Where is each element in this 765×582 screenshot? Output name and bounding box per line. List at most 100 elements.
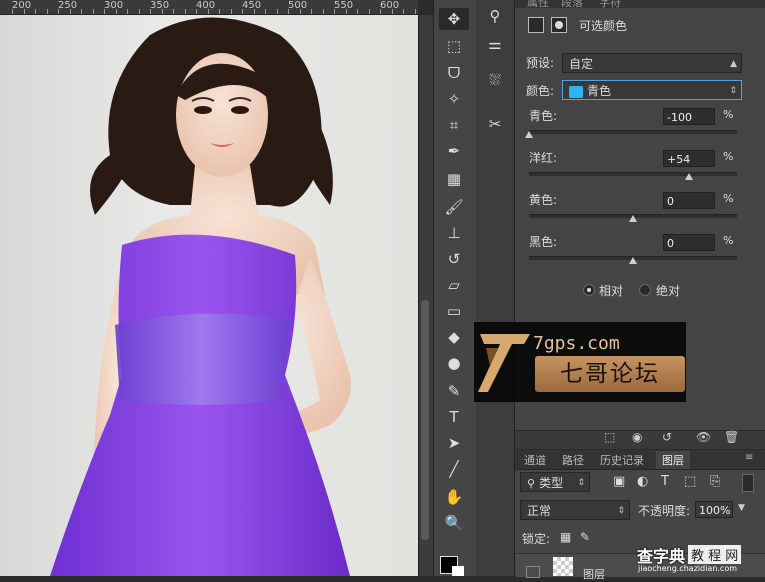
tab-paths[interactable]: 路径 bbox=[562, 452, 584, 468]
gradient-tool-icon[interactable]: ▭ bbox=[439, 300, 469, 322]
chevron-updown-icon: ⇕ bbox=[729, 86, 737, 96]
forum-logo-icon bbox=[478, 334, 530, 392]
filter-adjustment-icon[interactable]: ◐ bbox=[637, 474, 648, 489]
ruler-tick bbox=[115, 9, 117, 14]
hand-tool-icon[interactable]: ✋ bbox=[439, 486, 469, 508]
black-percent: % bbox=[723, 234, 734, 247]
ruler-label: 250 bbox=[58, 0, 78, 11]
cyan-slider-track[interactable] bbox=[529, 130, 737, 134]
filter-toggle[interactable] bbox=[742, 474, 754, 492]
blend-mode-dropdown[interactable]: 正常 ⇕ bbox=[520, 500, 630, 520]
adjustment-title: 可选颜色 bbox=[579, 19, 628, 33]
tab-channels[interactable]: 通道 bbox=[524, 452, 546, 468]
opacity-label: 不透明度: bbox=[638, 504, 691, 518]
magenta-slider-thumb[interactable] bbox=[685, 173, 694, 180]
black-value-input[interactable]: 0 bbox=[663, 234, 715, 251]
delete-trash-icon[interactable]: 🗑 bbox=[724, 430, 739, 444]
healing-brush-tool-icon[interactable]: ▦ bbox=[439, 168, 469, 190]
ruler-tick bbox=[161, 9, 163, 14]
magenta-slider-track[interactable] bbox=[529, 172, 737, 176]
clip-to-layer-icon[interactable]: ⬚ bbox=[604, 430, 615, 444]
tab-layers[interactable]: 图层 bbox=[656, 451, 690, 469]
view-previous-icon[interactable]: ◉ bbox=[632, 430, 642, 444]
filter-shape-icon[interactable]: ⬚ bbox=[684, 474, 696, 489]
magenta-value-input[interactable]: +54 bbox=[663, 150, 715, 167]
layer-name: 图层 bbox=[583, 568, 605, 581]
clone-source-icon[interactable]: ⛆ bbox=[482, 68, 508, 92]
scrollbar-thumb[interactable] bbox=[421, 300, 429, 540]
preset-value: 自定 bbox=[569, 57, 594, 71]
reset-icon[interactable]: ↺ bbox=[662, 430, 672, 444]
filter-smart-object-icon[interactable]: ⎘ bbox=[710, 474, 720, 489]
tool-presets-icon[interactable]: ✂ bbox=[482, 112, 508, 136]
magic-wand-tool-icon[interactable]: ✧ bbox=[439, 88, 469, 110]
dodge-tool-icon[interactable]: ● bbox=[439, 352, 469, 374]
absolute-radio[interactable] bbox=[639, 284, 651, 296]
crop-tool-icon[interactable]: ⌗ bbox=[439, 114, 469, 136]
ruler-tick bbox=[403, 9, 404, 14]
ruler-tick bbox=[184, 9, 186, 14]
ruler-tick bbox=[391, 9, 393, 14]
ruler-label: 400 bbox=[196, 0, 216, 11]
sliders-icon[interactable]: ⚌ bbox=[482, 32, 508, 56]
lock-paint-icon[interactable]: ✎ bbox=[580, 530, 590, 544]
lasso-tool-icon[interactable]: ᗜ bbox=[439, 62, 469, 84]
tab-character[interactable]: 字符 bbox=[599, 0, 621, 10]
cyan-value-input[interactable]: -100 bbox=[663, 108, 715, 125]
history-brush-tool-icon[interactable]: ↺ bbox=[439, 248, 469, 270]
ruler-label: 300 bbox=[104, 0, 124, 11]
ruler-tick bbox=[219, 9, 220, 14]
opacity-chevron-icon[interactable]: ▼ bbox=[738, 503, 745, 513]
path-selection-tool-icon[interactable]: ➤ bbox=[439, 432, 469, 454]
document-canvas[interactable] bbox=[0, 15, 418, 576]
relative-radio[interactable] bbox=[583, 284, 595, 296]
ruler-tick bbox=[357, 9, 358, 14]
tab-history[interactable]: 历史记录 bbox=[600, 452, 644, 468]
magenta-label: 洋红: bbox=[529, 151, 558, 165]
filter-type-icon[interactable]: T bbox=[661, 474, 669, 489]
filter-value: 类型 bbox=[539, 476, 564, 490]
ruler-tick bbox=[81, 9, 82, 14]
relative-label: 相对 bbox=[599, 284, 624, 298]
pen-tool-icon[interactable]: ✎ bbox=[439, 380, 469, 402]
tab-properties[interactable]: 属性 bbox=[527, 0, 549, 10]
yellow-slider-thumb[interactable] bbox=[629, 215, 637, 222]
preset-dropdown[interactable]: 自定 ▲ bbox=[562, 53, 742, 73]
tab-paragraph[interactable]: 段落 bbox=[561, 0, 583, 10]
line-tool-icon[interactable]: ╱ bbox=[439, 458, 469, 480]
black-slider-thumb[interactable] bbox=[629, 257, 637, 264]
layer-visibility-toggle[interactable] bbox=[526, 566, 540, 578]
filter-pixel-icon[interactable]: ▣ bbox=[613, 474, 625, 489]
layer-mask-icon[interactable] bbox=[551, 17, 567, 33]
chevron-updown-icon: ▲ bbox=[730, 59, 737, 69]
visibility-eye-icon[interactable]: 👁 bbox=[696, 430, 711, 444]
eraser-tool-icon[interactable]: ▱ bbox=[439, 274, 469, 296]
marquee-tool-icon[interactable]: ⬚ bbox=[439, 35, 469, 57]
ruler-tick bbox=[92, 9, 94, 14]
cyan-slider-thumb[interactable] bbox=[525, 131, 533, 138]
ruler-tick bbox=[150, 9, 151, 14]
chevron-updown-icon: ⇕ bbox=[577, 478, 585, 488]
ruler-label: 350 bbox=[150, 0, 170, 11]
chazidian-url: jiaocheng.chazidian.com bbox=[638, 564, 738, 573]
ruler-tick bbox=[242, 9, 243, 14]
eyedropper-tool-icon[interactable]: ✒ bbox=[439, 140, 469, 162]
lock-transparent-icon[interactable]: ▦ bbox=[560, 530, 571, 544]
zoom-tool-icon[interactable]: 🔍 bbox=[439, 512, 469, 534]
ruler-tick bbox=[368, 9, 370, 14]
move-tool-icon[interactable]: ✥ bbox=[439, 8, 469, 30]
ruler-tick bbox=[253, 9, 255, 14]
background-color-swatch[interactable] bbox=[452, 566, 464, 576]
brush-tool-icon[interactable]: 🖌 bbox=[439, 196, 469, 218]
layer-filter-dropdown[interactable]: ⚲ 类型 ⇕ bbox=[520, 472, 590, 492]
color-dropdown[interactable]: 青色 ⇕ bbox=[562, 80, 742, 100]
adjustment-brush-icon[interactable]: ⚲ bbox=[482, 4, 508, 28]
panel-menu-icon[interactable]: ≡ bbox=[745, 452, 753, 463]
type-tool-icon[interactable]: T bbox=[439, 406, 469, 428]
adjustment-layer-icon bbox=[528, 17, 544, 33]
yellow-value-input[interactable]: 0 bbox=[663, 192, 715, 209]
blur-tool-icon[interactable]: ◆ bbox=[439, 326, 469, 348]
ruler-tick bbox=[23, 9, 25, 14]
opacity-input[interactable]: 100% bbox=[695, 501, 733, 518]
clone-stamp-tool-icon[interactable]: ⊥ bbox=[439, 222, 469, 244]
